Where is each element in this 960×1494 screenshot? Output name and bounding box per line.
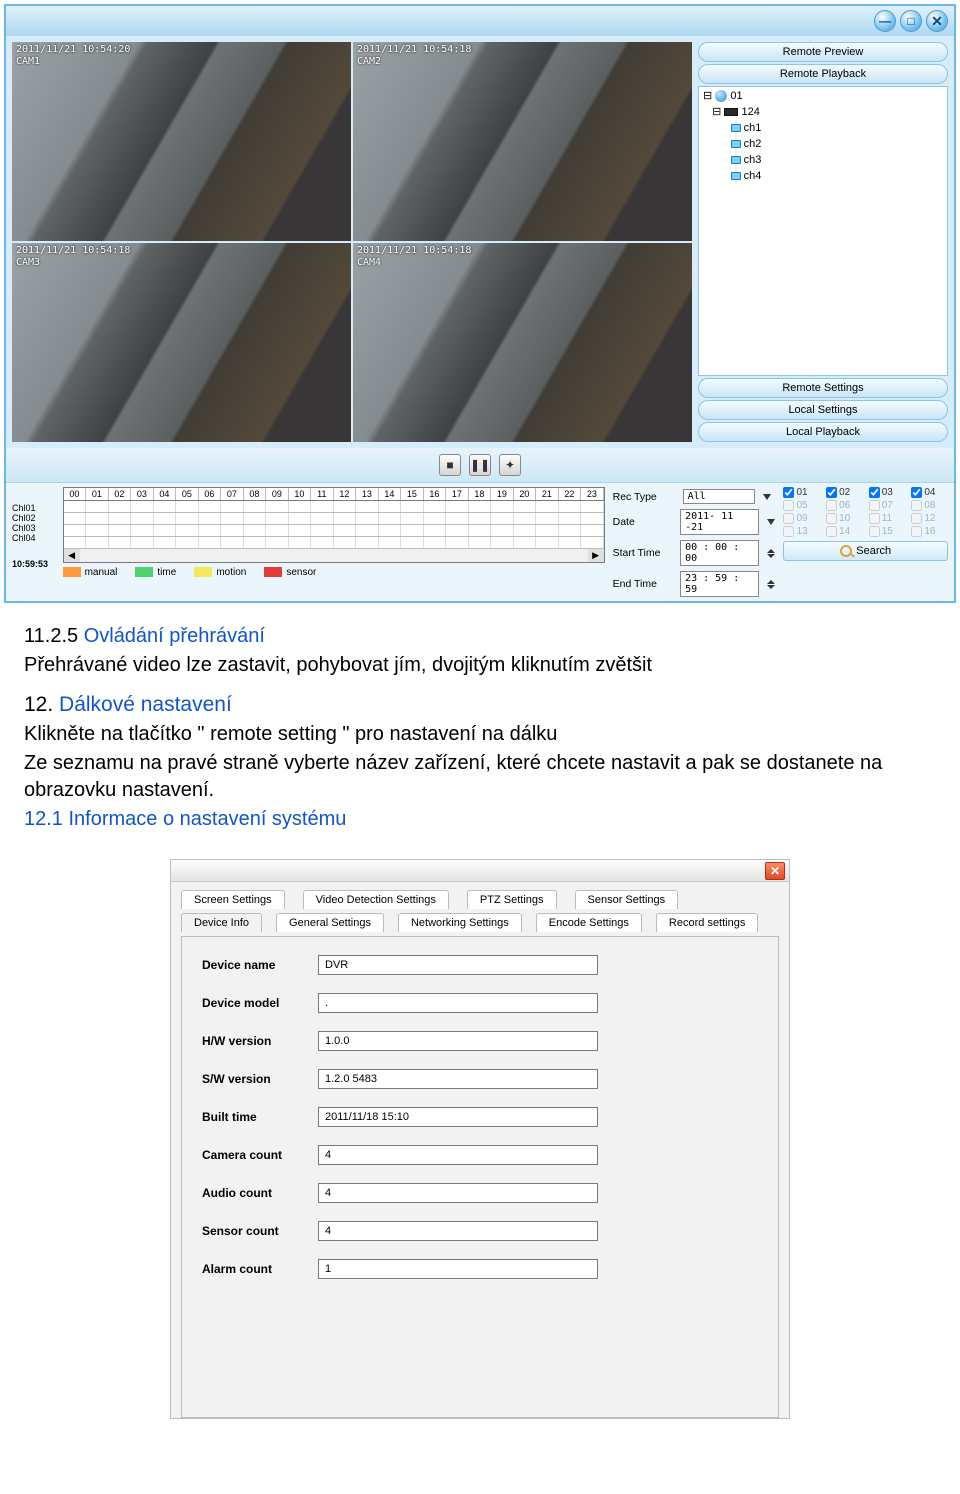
tab-encode-settings[interactable]: Encode Settings bbox=[536, 913, 642, 932]
channel-checkbox-13: 13 bbox=[783, 526, 820, 537]
cam-overlay-4: 2011/11/21 10:54:18CAM4 bbox=[357, 245, 471, 268]
channel-checkbox-16: 16 bbox=[911, 526, 948, 537]
field-audio-count: Audio count4 bbox=[202, 1183, 758, 1203]
scroll-left-icon[interactable]: ◀ bbox=[64, 549, 80, 562]
field-value: DVR bbox=[318, 955, 598, 975]
cam-tile-3[interactable]: 2011/11/21 10:54:18CAM3 bbox=[12, 243, 351, 442]
field-value: 4 bbox=[318, 1145, 598, 1165]
document-text: 11.2.5 Ovládání přehrávání Přehrávané vi… bbox=[0, 607, 960, 853]
titlebar: — □ ✕ bbox=[6, 6, 954, 36]
channel-labels: Chl01 Chl02 Chl03 Chl04 10:59:53 bbox=[12, 487, 55, 597]
field-device-name: Device nameDVR bbox=[202, 955, 758, 975]
field-value: 4 bbox=[318, 1183, 598, 1203]
monitor-icon bbox=[731, 156, 741, 164]
field-alarm-count: Alarm count1 bbox=[202, 1259, 758, 1279]
channel-checkbox-14: 14 bbox=[826, 526, 863, 537]
channel-checkbox-08: 08 bbox=[911, 500, 948, 511]
channel-checkbox-04[interactable]: 04 bbox=[911, 487, 948, 498]
channel-checkbox-06: 06 bbox=[826, 500, 863, 511]
side-panel: Remote Preview Remote Playback ⊟ 01 ⊟ 12… bbox=[698, 42, 948, 442]
local-playback-button[interactable]: Local Playback bbox=[698, 422, 948, 442]
field-device-model: Device model. bbox=[202, 993, 758, 1013]
remote-settings-button[interactable]: Remote Settings bbox=[698, 378, 948, 398]
stop-button[interactable]: ■ bbox=[439, 454, 461, 476]
tab-device-info[interactable]: Device Info bbox=[181, 913, 262, 932]
monitor-icon bbox=[731, 140, 741, 148]
date-select[interactable]: 2011- 11 -21 bbox=[680, 509, 759, 535]
minimize-button[interactable]: — bbox=[874, 10, 896, 32]
field-value: 2011/11/18 15:10 bbox=[318, 1107, 598, 1127]
channel-checkbox-02[interactable]: 02 bbox=[826, 487, 863, 498]
cam-tile-1[interactable]: 2011/11/21 10:54:20CAM1 bbox=[12, 42, 351, 241]
field-value: 1.2.0 5483 bbox=[318, 1069, 598, 1089]
cam-tile-4[interactable]: 2011/11/21 10:54:18CAM4 bbox=[353, 243, 692, 442]
search-button[interactable]: Search bbox=[783, 541, 948, 561]
monitor-icon bbox=[731, 172, 741, 180]
cam-overlay-2: 2011/11/21 10:54:18CAM2 bbox=[357, 44, 471, 67]
clock-display: 10:59:53 bbox=[12, 559, 55, 569]
field-camera-count: Camera count4 bbox=[202, 1145, 758, 1165]
channel-checkbox-07: 07 bbox=[869, 500, 906, 511]
maximize-button[interactable]: □ bbox=[900, 10, 922, 32]
capture-button[interactable]: ✦ bbox=[499, 454, 521, 476]
end-time-input[interactable]: 23 : 59 : 59 bbox=[680, 571, 759, 597]
cam-overlay-3: 2011/11/21 10:54:18CAM3 bbox=[16, 245, 130, 268]
remote-preview-button[interactable]: Remote Preview bbox=[698, 42, 948, 62]
field-value: 4 bbox=[318, 1221, 598, 1241]
field-s-w-version: S/W version1.2.0 5483 bbox=[202, 1069, 758, 1089]
dropdown-icon[interactable] bbox=[767, 519, 775, 525]
settings-dialog: ✕ Screen Settings Video Detection Setting… bbox=[170, 859, 790, 1419]
video-grid: 2011/11/21 10:54:20CAM1 2011/11/21 10:54… bbox=[12, 42, 692, 442]
scroll-right-icon[interactable]: ▶ bbox=[588, 549, 604, 562]
rec-type-select[interactable]: All bbox=[683, 489, 755, 504]
dialog-titlebar: ✕ bbox=[171, 860, 789, 882]
tab-ptz-settings[interactable]: PTZ Settings bbox=[467, 890, 557, 909]
field-value: 1 bbox=[318, 1259, 598, 1279]
channel-checkbox-09: 09 bbox=[783, 513, 820, 524]
tab-record-settings[interactable]: Record settings bbox=[656, 913, 758, 932]
remote-client-window: — □ ✕ 2011/11/21 10:54:20CAM1 2011/11/21… bbox=[4, 4, 956, 603]
spinner-icon[interactable] bbox=[767, 580, 775, 589]
tab-screen-settings[interactable]: Screen Settings bbox=[181, 890, 285, 909]
field-h-w-version: H/W version1.0.0 bbox=[202, 1031, 758, 1051]
field-value: . bbox=[318, 993, 598, 1013]
dvr-icon bbox=[724, 108, 738, 116]
spinner-icon[interactable] bbox=[767, 549, 775, 558]
timeline[interactable]: 0001020304050607080910111213141516171819… bbox=[63, 487, 605, 597]
timeline-scrollbar[interactable]: ◀ ▶ bbox=[63, 549, 605, 563]
channel-checkbox-03[interactable]: 03 bbox=[869, 487, 906, 498]
tab-video-detection-settings[interactable]: Video Detection Settings bbox=[303, 890, 449, 909]
legend: manualtimemotionsensor bbox=[63, 567, 605, 578]
field-sensor-count: Sensor count4 bbox=[202, 1221, 758, 1241]
monitor-icon bbox=[731, 124, 741, 132]
field-value: 1.0.0 bbox=[318, 1031, 598, 1051]
device-tree[interactable]: ⊟ 01 ⊟ 124 ch1 ch2 ch3 ch4 bbox=[698, 86, 948, 376]
playback-controls: ■ ❚❚ ✦ bbox=[6, 448, 954, 482]
cam-tile-2[interactable]: 2011/11/21 10:54:18CAM2 bbox=[353, 42, 692, 241]
channel-checkbox-15: 15 bbox=[869, 526, 906, 537]
globe-icon bbox=[715, 90, 727, 102]
channel-checkbox-05: 05 bbox=[783, 500, 820, 511]
start-time-input[interactable]: 00 : 00 : 00 bbox=[680, 540, 759, 566]
tab-networking-settings[interactable]: Networking Settings bbox=[398, 913, 522, 932]
close-icon[interactable]: ✕ bbox=[765, 862, 785, 880]
dropdown-icon[interactable] bbox=[763, 494, 771, 500]
close-button[interactable]: ✕ bbox=[926, 10, 948, 32]
channel-checkbox-10: 10 bbox=[826, 513, 863, 524]
device-info-panel: Device nameDVR Device model. H/W version1.… bbox=[181, 936, 779, 1418]
search-params: Rec TypeAll Date2011- 11 -21 Start Time0… bbox=[613, 487, 776, 597]
channel-checkbox-11: 11 bbox=[869, 513, 906, 524]
cam-overlay-1: 2011/11/21 10:54:20CAM1 bbox=[16, 44, 130, 67]
channel-checkbox-01[interactable]: 01 bbox=[783, 487, 820, 498]
field-built-time: Built time2011/11/18 15:10 bbox=[202, 1107, 758, 1127]
search-icon bbox=[840, 545, 852, 557]
local-settings-button[interactable]: Local Settings bbox=[698, 400, 948, 420]
pause-button[interactable]: ❚❚ bbox=[469, 454, 491, 476]
remote-playback-button[interactable]: Remote Playback bbox=[698, 64, 948, 84]
channel-checkbox-12: 12 bbox=[911, 513, 948, 524]
channel-select: 01 02 03 04 05 06 07 08 09 10 11 12 13 1… bbox=[783, 487, 948, 597]
tab-general-settings[interactable]: General Settings bbox=[276, 913, 384, 932]
tab-sensor-settings[interactable]: Sensor Settings bbox=[575, 890, 679, 909]
